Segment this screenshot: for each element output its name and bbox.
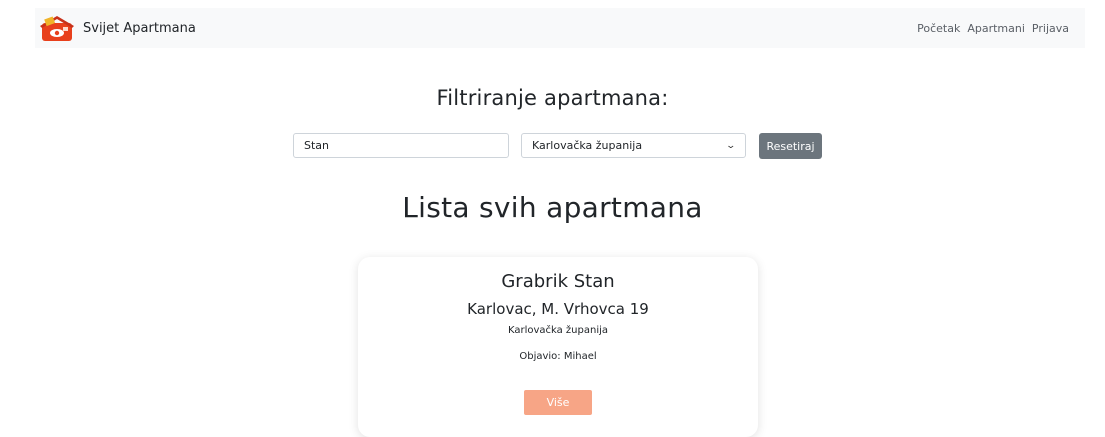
apartment-author-row: Objavio: Mihael xyxy=(358,351,758,362)
county-select-value: Karlovačka županija xyxy=(532,139,643,152)
apartment-county: Karlovačka županija xyxy=(507,325,609,336)
brand-link[interactable]: Svijet Apartmana xyxy=(39,13,196,43)
nav-links: Početak Apartmani Prijava xyxy=(917,8,1069,48)
apartment-name: Grabrik Stan xyxy=(501,271,615,292)
nav-link-prijava[interactable]: Prijava xyxy=(1032,22,1069,35)
brand-name: Svijet Apartmana xyxy=(83,20,196,36)
county-select[interactable]: Karlovačka županija ⌄ xyxy=(521,133,746,158)
author-name: Mihael xyxy=(563,351,597,362)
apartment-address: Karlovac, M. Vrhovca 19 xyxy=(467,300,649,318)
nav-link-pocetak[interactable]: Početak xyxy=(917,22,960,35)
nav-link-apartmani[interactable]: Apartmani xyxy=(967,22,1025,35)
list-title: Lista svih apartmana xyxy=(402,191,703,224)
house-logo-icon xyxy=(40,16,74,41)
navbar: Svijet Apartmana Početak Apartmani Prija… xyxy=(35,8,1085,48)
chevron-down-icon: ⌄ xyxy=(725,140,737,151)
author-label: Objavio: xyxy=(519,351,561,362)
reset-button[interactable]: Resetiraj xyxy=(759,133,822,159)
more-button[interactable]: Više xyxy=(524,390,592,415)
filter-title: Filtriranje apartmana: xyxy=(436,86,669,110)
apartment-card: Grabrik Stan Karlovac, M. Vrhovca 19 Kar… xyxy=(358,257,758,437)
search-input[interactable] xyxy=(293,133,509,158)
